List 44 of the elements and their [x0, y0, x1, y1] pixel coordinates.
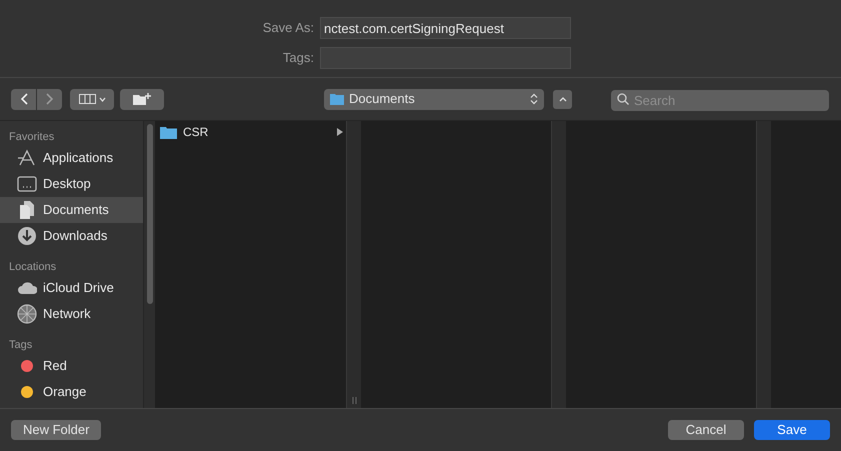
new-folder-button[interactable]	[120, 88, 164, 110]
chevron-left-icon	[20, 93, 28, 105]
new-folder-button[interactable]: New Folder	[11, 420, 102, 440]
scrollbar-thumb[interactable]	[146, 124, 152, 304]
sidebar-item[interactable]: Red	[0, 353, 143, 379]
up-down-chevron-icon	[530, 93, 538, 105]
collapse-button[interactable]	[553, 90, 572, 108]
display-icon	[17, 176, 37, 192]
view-options-button[interactable]	[70, 88, 114, 110]
cancel-button[interactable]: Cancel	[668, 420, 744, 440]
sidebar-item[interactable]: Downloads	[0, 223, 143, 249]
location-label: Documents	[349, 90, 416, 108]
location-popup[interactable]: Documents	[324, 88, 544, 110]
sidebar-heading: Tags	[8, 338, 34, 353]
sidebar-item[interactable]: iCloud Drive	[0, 275, 143, 301]
folder-icon	[330, 93, 344, 105]
field-label: Save As:	[262, 19, 315, 38]
resize-handle-icon[interactable]	[352, 397, 356, 404]
sidebar-heading: Favorites	[8, 130, 56, 145]
sidebar-item[interactable]: Documents	[0, 197, 143, 223]
sidebar-item[interactable]: Applications	[0, 145, 143, 171]
chevron-right-icon	[46, 93, 54, 105]
field-label: Tags:	[282, 49, 315, 68]
folder-plus-icon	[133, 92, 151, 106]
sidebar-heading: Locations	[8, 260, 58, 275]
tags-field[interactable]	[320, 47, 571, 69]
save-as-field[interactable]: nctest.com.certSigningRequest	[320, 17, 571, 39]
file-row[interactable]: CSR	[155, 123, 346, 141]
columns-icon	[78, 94, 96, 104]
save-button[interactable]: Save	[754, 420, 830, 440]
sidebar-item[interactable]: Desktop	[0, 171, 143, 197]
documents-icon	[18, 200, 36, 220]
back-button[interactable]	[11, 88, 36, 110]
chevron-up-icon	[558, 96, 566, 102]
folder-icon	[160, 126, 177, 138]
globe-icon	[17, 304, 37, 324]
sidebar-item[interactable]: Orange	[0, 379, 143, 405]
cloud-icon	[17, 281, 37, 295]
app-store-icon	[17, 149, 37, 167]
search-icon	[617, 92, 629, 104]
sidebar-item[interactable]: Network	[0, 301, 143, 327]
download-icon	[17, 226, 37, 246]
disclosure-triangle-icon	[337, 128, 343, 136]
chevron-down-icon	[98, 96, 106, 102]
